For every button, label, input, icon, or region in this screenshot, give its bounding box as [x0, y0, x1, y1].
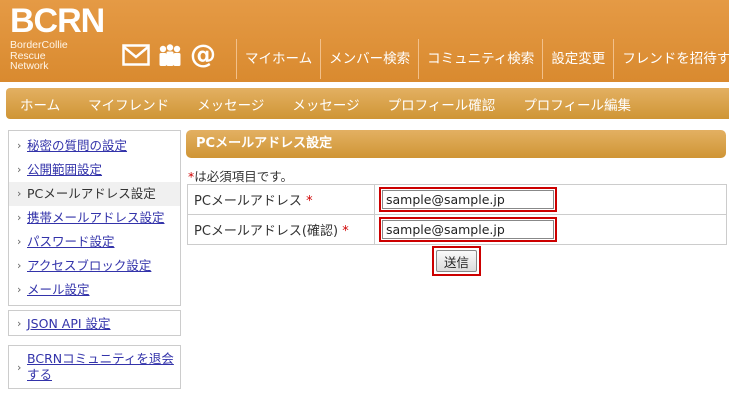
subnav-item-home[interactable]: ホーム: [6, 94, 74, 114]
form-label: PCメールアドレス(確認) *: [187, 214, 375, 245]
sidebar-item-json-api[interactable]: › JSON API 設定: [9, 311, 180, 332]
input-highlight: [379, 187, 557, 212]
chevron-right-icon: ›: [17, 163, 22, 176]
topnav-item-settings[interactable]: 設定変更: [542, 39, 613, 79]
logo-text: BCRN: [10, 2, 105, 40]
sidebar-item-privacy-scope[interactable]: › 公開範囲設定: [9, 158, 180, 182]
leave-menu: › BCRNコミュニティを退会する: [8, 345, 181, 389]
sidebar-item-pc-email[interactable]: › PCメールアドレス設定: [9, 182, 180, 206]
submit-highlight: 送信: [432, 246, 482, 276]
section-title: PCメールアドレス設定: [186, 130, 726, 158]
subnav-item-profile-edit[interactable]: プロフィール編集: [509, 94, 645, 114]
input-highlight: [379, 217, 557, 242]
sidebar-item-label: BCRNコミュニティを退会する: [27, 351, 174, 382]
mail-icon[interactable]: [122, 44, 150, 66]
settings-menu: › 秘密の質問の設定 › 公開範囲設定 › PCメールアドレス設定 › 携帯メー…: [8, 130, 181, 306]
members-icon[interactable]: [156, 43, 184, 67]
required-mark: *: [306, 194, 313, 209]
topnav-item-my-home[interactable]: マイホーム: [236, 39, 320, 79]
sidebar-item-password[interactable]: › パスワード設定: [9, 230, 180, 254]
email-form-table: PCメールアドレス * PCメールアドレス(確認) *: [187, 184, 727, 245]
sidebar-item-label: パスワード設定: [27, 234, 115, 249]
sidebar-item-access-block[interactable]: › アクセスブロック設定: [9, 254, 180, 278]
topnav-item-community-search[interactable]: コミュニティ検索: [418, 39, 542, 79]
chevron-right-icon: ›: [17, 259, 22, 272]
subnav-item-messages[interactable]: メッセージ: [183, 94, 278, 114]
pc-email-label: PCメールアドレス: [194, 194, 302, 209]
subnav-item-messages-2[interactable]: メッセージ: [278, 94, 373, 114]
sidebar-item-label: メール設定: [27, 282, 90, 297]
sidebar-item-mobile-email[interactable]: › 携帯メールアドレス設定: [9, 206, 180, 230]
chevron-right-icon: ›: [17, 235, 22, 248]
required-note-text: は必須項目です。: [194, 169, 294, 184]
sidebar-item-leave-community[interactable]: › BCRNコミュニティを退会する: [9, 346, 180, 383]
api-menu: › JSON API 設定: [8, 310, 181, 336]
subnav-item-profile-view[interactable]: プロフィール確認: [374, 94, 510, 114]
chevron-right-icon: ›: [17, 283, 22, 296]
sub-nav: ホーム マイフレンド メッセージ メッセージ プロフィール確認 プロフィール編集: [6, 88, 729, 119]
logo-subline-3: Network: [10, 60, 49, 72]
sidebar-item-label: 携帯メールアドレス設定: [27, 210, 165, 225]
sidebar-item-label: 秘密の質問の設定: [27, 138, 128, 153]
sidebar-item-label: PCメールアドレス設定: [27, 186, 156, 201]
sidebar-item-secret-question[interactable]: › 秘密の質問の設定: [9, 134, 180, 158]
form-label: PCメールアドレス *: [187, 184, 375, 215]
sidebar-item-label: 公開範囲設定: [27, 162, 103, 177]
topnav-item-member-search[interactable]: メンバー検索: [320, 39, 418, 79]
pc-email-input[interactable]: [382, 190, 554, 209]
form-value: [374, 214, 727, 245]
chevron-right-icon: ›: [17, 317, 22, 330]
form-row: PCメールアドレス(確認) *: [187, 214, 727, 245]
chevron-right-icon: ›: [17, 211, 22, 224]
sidebar-item-mail-settings[interactable]: › メール設定: [9, 278, 180, 302]
chevron-right-icon: ›: [17, 187, 22, 200]
submit-button[interactable]: 送信: [436, 250, 478, 272]
logo-subline-1: BorderCollie: [10, 39, 68, 51]
pc-email-confirm-input[interactable]: [382, 220, 554, 239]
header-icons: @: [122, 42, 216, 68]
topnav-item-invite-friend[interactable]: フレンドを招待す: [613, 39, 729, 79]
subnav-item-my-friends[interactable]: マイフレンド: [74, 94, 183, 114]
sidebar-item-label: JSON API 設定: [27, 316, 111, 331]
at-icon[interactable]: @: [190, 42, 216, 68]
site-header: BCRN BorderCollie Rescue Network @ マイホーム…: [0, 0, 729, 82]
form-row: PCメールアドレス *: [187, 184, 727, 215]
top-nav: マイホーム メンバー検索 コミュニティ検索 設定変更 フレンドを招待す: [236, 39, 729, 79]
sidebar-item-label: アクセスブロック設定: [27, 258, 152, 273]
site-logo[interactable]: BCRN BorderCollie Rescue Network: [10, 2, 105, 72]
chevron-right-icon: ›: [17, 361, 22, 374]
pc-email-confirm-label: PCメールアドレス(確認): [194, 224, 339, 239]
required-mark: *: [342, 224, 349, 239]
chevron-right-icon: ›: [17, 139, 22, 152]
form-value: [374, 184, 727, 215]
required-note: *は必須項目です。: [188, 166, 293, 185]
